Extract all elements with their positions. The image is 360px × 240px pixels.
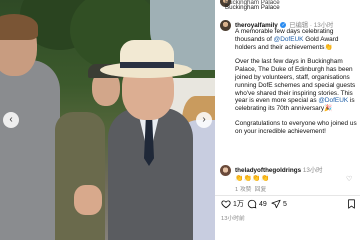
divider [215,195,360,196]
bookmark-icon [348,199,355,209]
post-caption: A memorable few days celebrating thousan… [235,28,357,143]
like-button[interactable]: 1万 [221,199,244,209]
action-bar: 1万 49 5 [215,199,360,213]
comment-time: 13小时 [302,167,323,174]
comment-header: theladyofthegoldrings 13小时 [235,165,357,174]
comment-meta: 1 攻赞 回复 [235,184,266,193]
cadet-figure [55,112,105,240]
reply-button[interactable]: 回复 [255,187,267,193]
gesturing-hand [74,185,102,215]
comment-icon [247,199,257,209]
avatar[interactable] [220,20,231,31]
foreground-person-hair [0,14,38,40]
comment-heart-icon[interactable]: ♡ [346,175,352,183]
post-date: 13小时前 [221,216,245,222]
comment-count: 49 [259,200,267,208]
mention-link[interactable]: @DofEUK [318,97,348,104]
caption-paragraph: Congratulations to everyone who joined u… [235,119,357,135]
share-button[interactable]: 5 [271,199,287,209]
comment-text: 👏👏👏👏 [235,175,270,182]
comment-button[interactable]: 49 [247,199,267,209]
chevron-left-icon[interactable]: ‹ [3,112,19,128]
like-count: 1万 [233,201,244,208]
post-location[interactable]: Buckingham Palace Buckingham Palace [225,0,360,12]
share-count: 5 [283,200,287,208]
bookmark-button[interactable] [347,199,356,209]
avatar[interactable] [220,165,231,176]
mention-link[interactable]: @DofEUK [274,36,304,43]
caption-paragraph: Over the last few days in Buckingham Pal… [235,58,356,113]
comment-author[interactable]: theladyofthegoldrings [235,167,301,174]
post-photo[interactable]: ‹ › [0,0,215,240]
heart-icon [221,200,231,209]
chevron-right-icon[interactable]: › [196,112,212,128]
post-details-panel: Buckingham Palace Buckingham Palace ther… [215,0,360,240]
location-line: Buckingham Palace [225,4,280,11]
panama-hat-band [120,62,174,68]
comment-likes[interactable]: 1 攻赞 [235,187,251,193]
foreground-person [0,60,60,240]
share-icon [271,199,281,209]
caption-paragraph: A memorable few days celebrating thousan… [235,28,339,51]
